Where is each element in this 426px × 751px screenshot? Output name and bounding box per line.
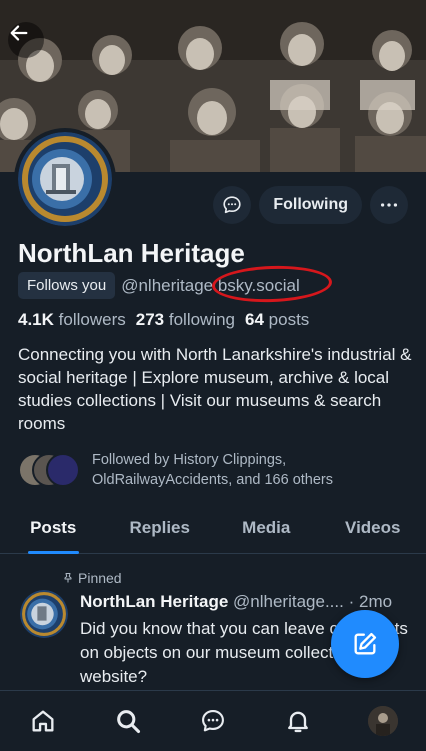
home-icon — [32, 710, 54, 732]
followed-by-text: Followed by History Clippings, OldRailwa… — [92, 452, 333, 488]
nav-home[interactable] — [23, 701, 63, 741]
nav-notifications[interactable] — [278, 701, 318, 741]
pin-icon — [64, 573, 72, 583]
red-circle-annotation — [211, 263, 333, 305]
back-arrow-icon — [10, 25, 28, 41]
bottom-nav — [0, 690, 426, 751]
bell-icon — [288, 711, 309, 733]
post-separator: · — [348, 592, 355, 611]
avatar-image — [18, 132, 112, 226]
compose-button[interactable] — [331, 610, 399, 678]
profile-stats: 4.1K followers 273 following 64 posts — [18, 310, 309, 330]
chat-nav-icon — [202, 710, 224, 732]
following-button[interactable]: Following — [259, 186, 362, 224]
follower-avatar — [46, 453, 80, 487]
tab-videos[interactable]: Videos — [320, 508, 426, 553]
post-header: NorthLan Heritage @nlheritage.... · 2mo — [80, 592, 392, 612]
more-icon — [380, 203, 398, 207]
post-author-avatar[interactable] — [20, 590, 68, 638]
nav-profile[interactable] — [363, 701, 403, 741]
nav-avatar — [368, 706, 399, 736]
chat-icon — [223, 196, 241, 214]
tab-posts[interactable]: Posts — [0, 508, 107, 554]
profile-actions: Following — [213, 186, 408, 224]
profile-avatar[interactable] — [14, 128, 116, 230]
posts-stat: 64 posts — [245, 310, 310, 329]
followers-stat[interactable]: 4.1K followers — [18, 310, 126, 330]
followed-by-row[interactable]: Followed by History Clippings, OldRailwa… — [18, 450, 372, 490]
tab-media[interactable]: Media — [213, 508, 320, 553]
following-stat[interactable]: 273 following — [136, 310, 235, 330]
follower-avatars — [18, 453, 80, 487]
nav-search[interactable] — [108, 701, 148, 741]
post-author-handle: @nlheritage.... — [233, 592, 344, 611]
following-button-label: Following — [273, 196, 348, 213]
message-button[interactable] — [213, 186, 252, 224]
profile-tabs: Posts Replies Media Videos — [0, 508, 426, 554]
pinned-label: Pinned — [78, 570, 122, 586]
nav-chat[interactable] — [193, 701, 233, 741]
follows-you-badge: Follows you — [18, 272, 116, 299]
compose-icon — [354, 632, 377, 655]
pinned-indicator: Pinned — [62, 570, 122, 586]
back-button[interactable] — [8, 22, 44, 58]
more-button[interactable] — [370, 186, 408, 224]
profile-bio: Connecting you with North Lanarkshire's … — [18, 345, 412, 433]
tab-replies[interactable]: Replies — [107, 508, 214, 553]
post-author-name[interactable]: NorthLan Heritage — [80, 592, 228, 611]
search-icon — [116, 710, 140, 734]
post-time: 2mo — [359, 592, 393, 611]
display-name: NorthLan Heritage — [18, 238, 245, 268]
